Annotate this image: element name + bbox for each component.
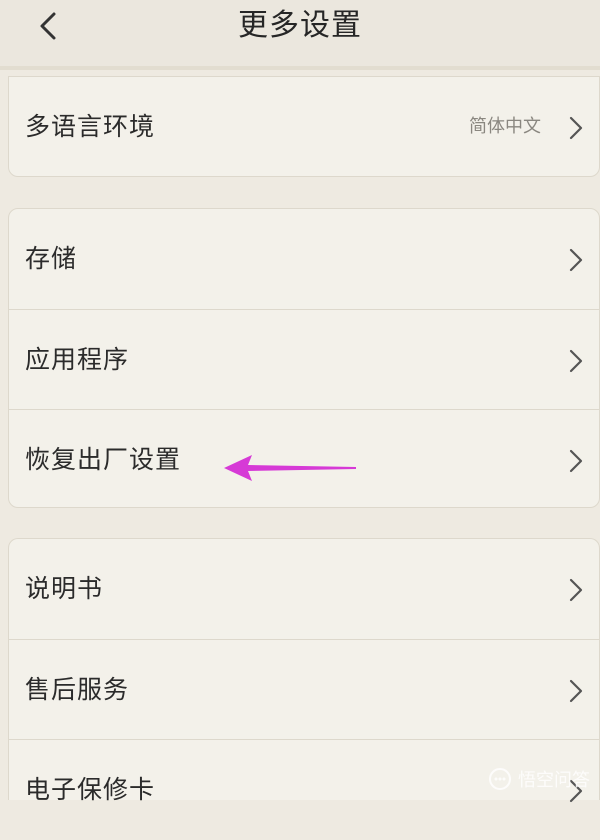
row-label: 电子保修卡 bbox=[25, 775, 156, 804]
row-label: 恢复出厂设置 bbox=[25, 445, 182, 474]
row-label: 应用程序 bbox=[25, 345, 130, 374]
settings-row-apps[interactable]: 应用程序 bbox=[9, 309, 599, 409]
row-label: 存储 bbox=[25, 244, 78, 273]
settings-row-after-sales[interactable]: 售后服务 bbox=[9, 639, 599, 739]
chat-bubble-icon bbox=[489, 768, 511, 790]
row-label: 说明书 bbox=[25, 574, 104, 603]
page-title: 更多设置 bbox=[238, 8, 362, 43]
watermark: 悟空问答 bbox=[488, 764, 590, 794]
header-divider bbox=[0, 66, 600, 70]
row-value: 简体中文 bbox=[469, 116, 541, 137]
row-label: 售后服务 bbox=[25, 675, 130, 704]
watermark-text: 悟空问答 bbox=[518, 770, 590, 791]
top-bar: 更多设置 bbox=[0, 0, 600, 66]
settings-group-language: 多语言环境 简体中文 bbox=[8, 76, 600, 177]
settings-group-support: 说明书 售后服务 电子保修卡 bbox=[8, 538, 600, 804]
chevron-right-icon bbox=[569, 449, 583, 473]
settings-row-storage[interactable]: 存储 bbox=[9, 209, 599, 309]
chevron-right-icon bbox=[569, 679, 583, 703]
chevron-right-icon bbox=[569, 578, 583, 602]
chevron-right-icon bbox=[569, 349, 583, 373]
settings-row-manual[interactable]: 说明书 bbox=[9, 539, 599, 639]
pointer-arrow-icon bbox=[224, 455, 356, 481]
chevron-right-icon bbox=[569, 248, 583, 272]
settings-row-language[interactable]: 多语言环境 简体中文 bbox=[9, 77, 599, 177]
row-label: 多语言环境 bbox=[25, 112, 156, 141]
chevron-right-icon bbox=[569, 116, 583, 140]
